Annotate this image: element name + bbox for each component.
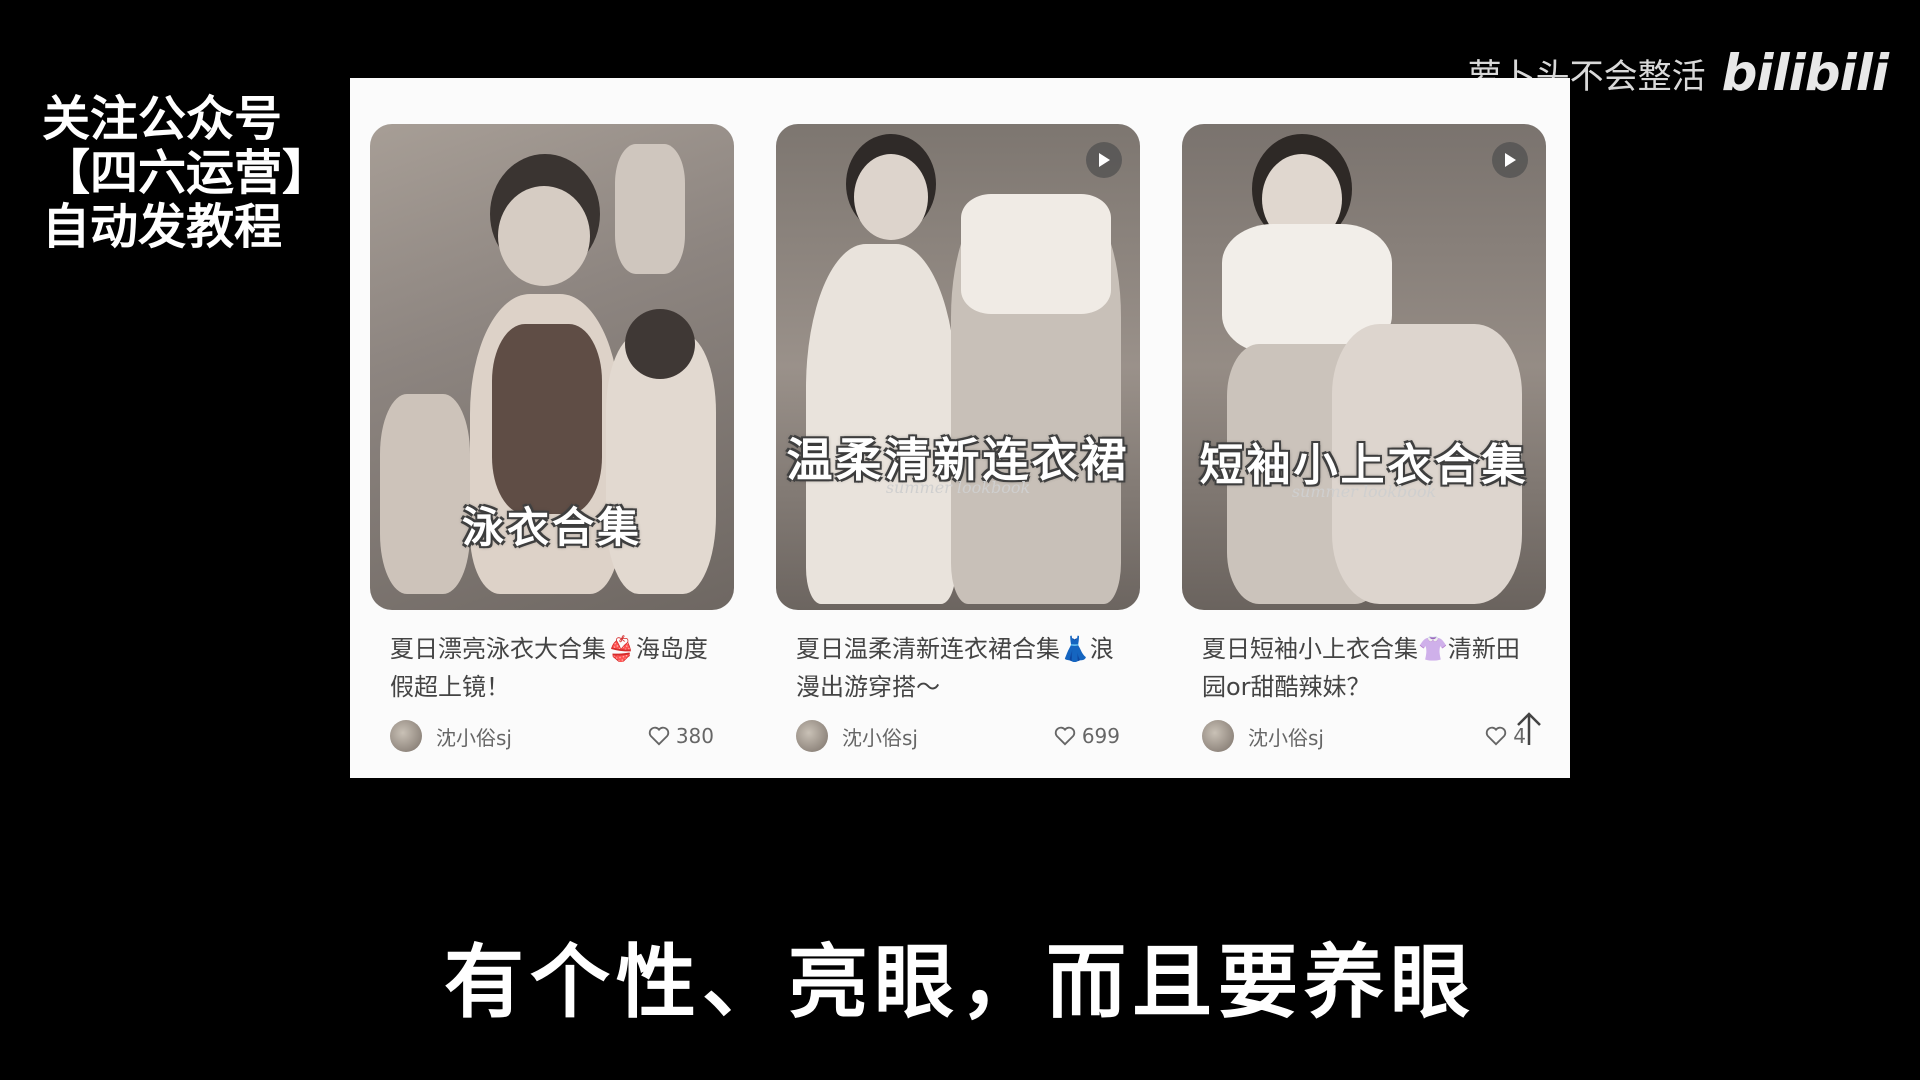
cover-title: 泳衣合集: [461, 503, 642, 552]
heart-icon: [1485, 726, 1507, 746]
note-caption[interactable]: 夏日漂亮泳衣大合集👙海岛度假超上镜！: [370, 630, 734, 706]
author-name[interactable]: 沈小俗sj: [1248, 722, 1485, 751]
back-to-top-button[interactable]: [1514, 712, 1544, 750]
note-cover[interactable]: 温柔清新连衣裙 summer lookbook: [776, 124, 1140, 610]
bilibili-logo: bilibili: [1721, 44, 1889, 102]
note-meta: 沈小俗sj 380: [370, 720, 734, 752]
like-count: 380: [675, 724, 714, 748]
author-avatar[interactable]: [1202, 720, 1234, 752]
heart-icon: [1054, 726, 1076, 746]
note-caption[interactable]: 夏日温柔清新连衣裙合集👗浪漫出游穿搭～: [776, 630, 1140, 706]
like-button[interactable]: 699: [1054, 724, 1120, 748]
cover-subtitle: summer lookbook: [885, 478, 1031, 497]
note-cover[interactable]: 泳衣合集: [370, 124, 734, 610]
video-subtitle: 有个性、亮眼，而且要养眼: [444, 936, 1476, 1029]
promo-line-1: 关注公众号: [42, 91, 283, 147]
promo-line-2: 【四六运营】: [42, 145, 331, 201]
note-card[interactable]: 泳衣合集 夏日漂亮泳衣大合集👙海岛度假超上镜！ 沈小俗sj 380: [370, 124, 734, 752]
note-meta: 沈小俗sj 699: [776, 720, 1140, 752]
promo-line-3: 自动发教程: [42, 199, 283, 255]
arrow-up-icon: [1516, 711, 1542, 751]
note-cover[interactable]: 短袖小上衣合集 summer lookbook: [1182, 124, 1546, 610]
author-name[interactable]: 沈小俗sj: [436, 722, 648, 751]
note-caption[interactable]: 夏日短袖小上衣合集👚清新田园or甜酷辣妹？: [1182, 630, 1546, 706]
like-count: 699: [1081, 724, 1120, 748]
play-icon: [1086, 142, 1122, 178]
cover-subtitle: summer lookbook: [1291, 482, 1437, 501]
author-avatar[interactable]: [390, 720, 422, 752]
feed-panel: 泳衣合集 夏日漂亮泳衣大合集👙海岛度假超上镜！ 沈小俗sj 380 温柔清新连衣…: [350, 78, 1570, 778]
note-card[interactable]: 温柔清新连衣裙 summer lookbook 夏日温柔清新连衣裙合集👗浪漫出游…: [776, 124, 1140, 752]
heart-icon: [648, 726, 670, 746]
note-meta: 沈小俗sj 4: [1182, 720, 1546, 752]
promo-text: 关注公众号 【四六运营】 自动发教程: [42, 92, 330, 254]
play-icon: [1492, 142, 1528, 178]
author-avatar[interactable]: [796, 720, 828, 752]
like-button[interactable]: 380: [648, 724, 714, 748]
note-card[interactable]: 短袖小上衣合集 summer lookbook 夏日短袖小上衣合集👚清新田园or…: [1182, 124, 1546, 752]
author-name[interactable]: 沈小俗sj: [842, 722, 1054, 751]
